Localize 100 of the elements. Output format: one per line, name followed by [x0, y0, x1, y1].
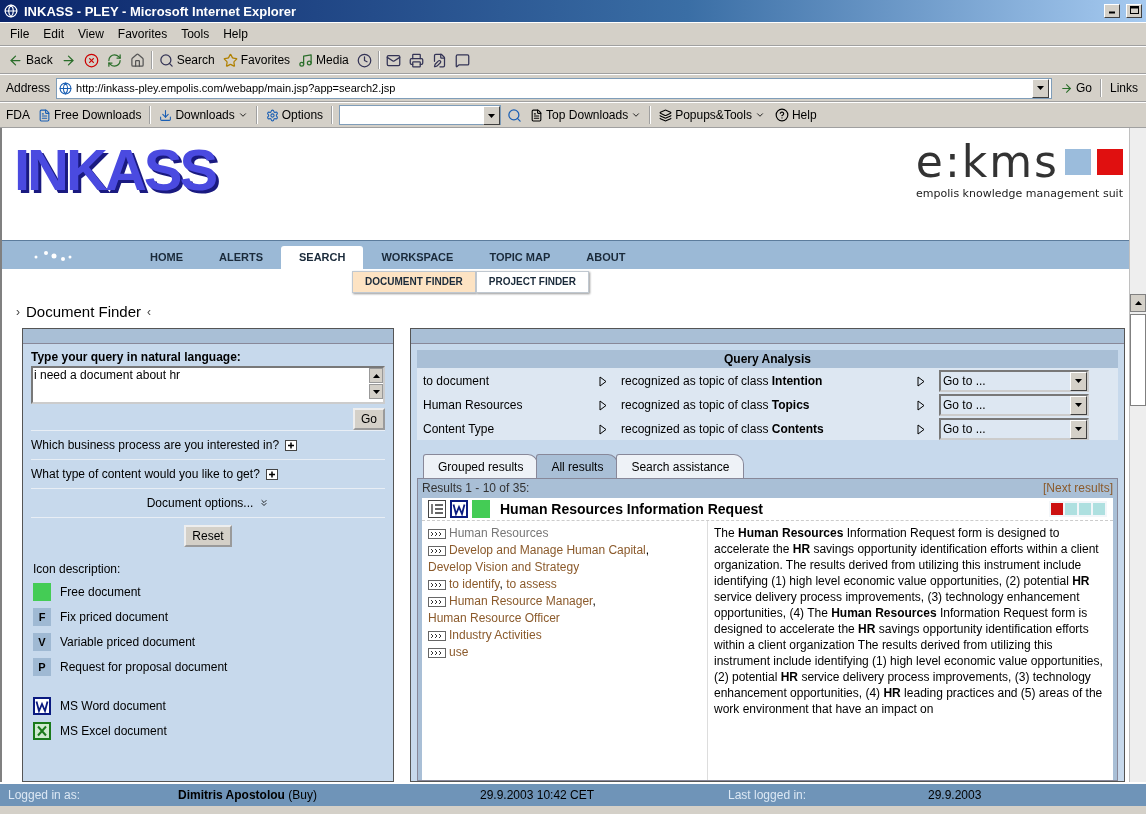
menu-item[interactable]: Tools: [177, 27, 214, 41]
nav-tab[interactable]: ABOUT: [568, 246, 644, 269]
status-label: Last logged in:: [727, 788, 808, 802]
page-title: Document Finder: [26, 303, 142, 320]
dropdown-arrow-icon[interactable]: [1075, 379, 1082, 383]
results-tab[interactable]: Grouped results: [423, 454, 539, 478]
music-icon: [298, 52, 314, 68]
toolbar-brand: FDA: [6, 108, 30, 122]
toolbar-button[interactable]: Downloads: [157, 108, 250, 122]
topic-link[interactable]: Industry Activities: [449, 628, 542, 642]
minimize-button[interactable]: [1104, 4, 1120, 18]
expand-icon[interactable]: [285, 439, 298, 451]
letter-badge: F: [33, 608, 51, 626]
list-icon[interactable]: [428, 500, 446, 518]
caret-icon: [631, 110, 642, 120]
goto-select[interactable]: Go to ...: [939, 418, 1089, 440]
topic-link[interactable]: use: [449, 645, 469, 659]
expand-icon[interactable]: [265, 468, 278, 480]
legend-label: Request for proposal document: [60, 660, 228, 674]
toolbar-button[interactable]: Free Downloads: [36, 108, 144, 122]
topic-link[interactable]: Develop Vision and Strategy: [428, 560, 580, 574]
address-field[interactable]: http://inkass-pley.empolis.com/webapp/main.jsp?app=search2.jsp: [56, 77, 1052, 99]
toolbar-button[interactable]: Back: [6, 52, 55, 68]
reset-button[interactable]: Reset: [184, 525, 232, 547]
document-icon: [530, 108, 544, 122]
comma: ,: [645, 543, 650, 557]
layers-icon: [659, 108, 673, 122]
results-tab[interactable]: All results: [536, 454, 619, 478]
topic-link[interactable]: Human Resource Officer: [428, 611, 560, 625]
results-tab[interactable]: Search assistance: [616, 454, 745, 478]
word-document-icon: [33, 697, 51, 715]
nav-tab[interactable]: HOME: [132, 246, 201, 269]
menu-item[interactable]: Help: [219, 27, 252, 41]
table-title: Query Analysis: [417, 350, 1118, 368]
document-options-link[interactable]: Document options...: [146, 496, 254, 510]
dropdown-arrow-icon[interactable]: [1036, 86, 1044, 90]
topic-link[interactable]: Human Resource Manager: [449, 594, 593, 608]
help-button[interactable]: Help: [772, 108, 819, 122]
comma: ,: [592, 594, 596, 608]
nav-tab[interactable]: TOPIC MAP: [471, 246, 569, 269]
subnav-tab[interactable]: PROJECT FINDER: [475, 271, 589, 293]
rating-square-icon: [1065, 503, 1077, 515]
dropdown-arrow-icon[interactable]: [1075, 403, 1082, 407]
toolbar-button[interactable]: Search: [156, 52, 217, 68]
subnav-tab[interactable]: DOCUMENT FINDER: [352, 271, 476, 293]
letter-badge: V: [33, 633, 51, 651]
double-chevron-icon[interactable]: [259, 498, 270, 508]
scroll-up-icon[interactable]: [372, 373, 380, 378]
nav-tab[interactable]: WORKSPACE: [363, 246, 472, 269]
table-cell-text: recognized as topic of class Topics: [621, 398, 811, 412]
links-button[interactable]: Links: [1108, 81, 1140, 95]
search-icon[interactable]: [507, 107, 523, 123]
free-document-icon: [33, 583, 51, 601]
topic-link[interactable]: Human Resources: [449, 526, 549, 540]
download-icon: [159, 108, 173, 122]
legend-label: Variable priced document: [60, 635, 196, 649]
dropdown-arrow-icon[interactable]: [1075, 427, 1082, 431]
scroll-down-icon[interactable]: [372, 389, 380, 394]
go-button[interactable]: Go: [1057, 81, 1094, 95]
status-time: 29.9.2003 10:42 CET: [479, 788, 596, 802]
goto-select[interactable]: Go to ...: [939, 394, 1089, 416]
menu-item[interactable]: Favorites: [113, 27, 172, 41]
goto-select[interactable]: Go to ...: [939, 370, 1089, 392]
window-title: INKASS - PLEY - Microsoft Internet Explorer: [24, 3, 298, 19]
topic-link[interactable]: to assess: [506, 577, 557, 591]
gear-icon: [265, 108, 279, 122]
toolbar-button[interactable]: Popups&Tools: [657, 108, 767, 122]
nav-tab[interactable]: ALERTS: [201, 246, 281, 269]
legend-title: Icon description:: [33, 562, 122, 576]
toolbar-button[interactable]: Favorites: [220, 52, 293, 68]
scroll-up-button[interactable]: [1130, 294, 1146, 312]
brand-logo: e:kms: [915, 136, 1059, 187]
maximize-button[interactable]: [1126, 4, 1142, 18]
rating-square-icon: [1079, 503, 1091, 515]
results-count: Results 1 - 10 of 35:: [422, 481, 530, 495]
toolbar-button[interactable]: Media: [296, 52, 351, 68]
search-field[interactable]: [339, 105, 502, 125]
menu-item[interactable]: File: [6, 27, 34, 41]
toolbar-button[interactable]: Top Downloads: [528, 108, 644, 122]
back-arrow-icon: [8, 52, 23, 68]
square-icon: [1097, 148, 1123, 175]
menu-item[interactable]: View: [74, 27, 108, 41]
edit-icon: [431, 52, 447, 68]
status-date: 29.9.2003: [927, 788, 983, 802]
forward-arrow-icon: [60, 52, 76, 68]
home-icon: [129, 52, 145, 68]
menu-item[interactable]: Edit: [39, 27, 69, 41]
topic-link[interactable]: Develop and Manage Human Capital: [449, 543, 646, 557]
mail-icon: [385, 52, 401, 68]
query-field[interactable]: i need a document about hr: [31, 366, 385, 404]
triangle-icon: [917, 375, 925, 387]
scrollbar-thumb[interactable]: [1130, 314, 1146, 406]
excel-document-icon: [33, 722, 51, 740]
result-title[interactable]: Human Resources Information Request: [500, 501, 1045, 517]
dropdown-arrow-icon[interactable]: [488, 113, 496, 118]
go-button[interactable]: Go: [353, 408, 385, 430]
toolbar-button[interactable]: Options: [263, 108, 326, 122]
browser-icon: [4, 4, 18, 18]
legend-label: Fix priced document: [60, 610, 169, 624]
nav-tab[interactable]: SEARCH: [281, 246, 364, 269]
